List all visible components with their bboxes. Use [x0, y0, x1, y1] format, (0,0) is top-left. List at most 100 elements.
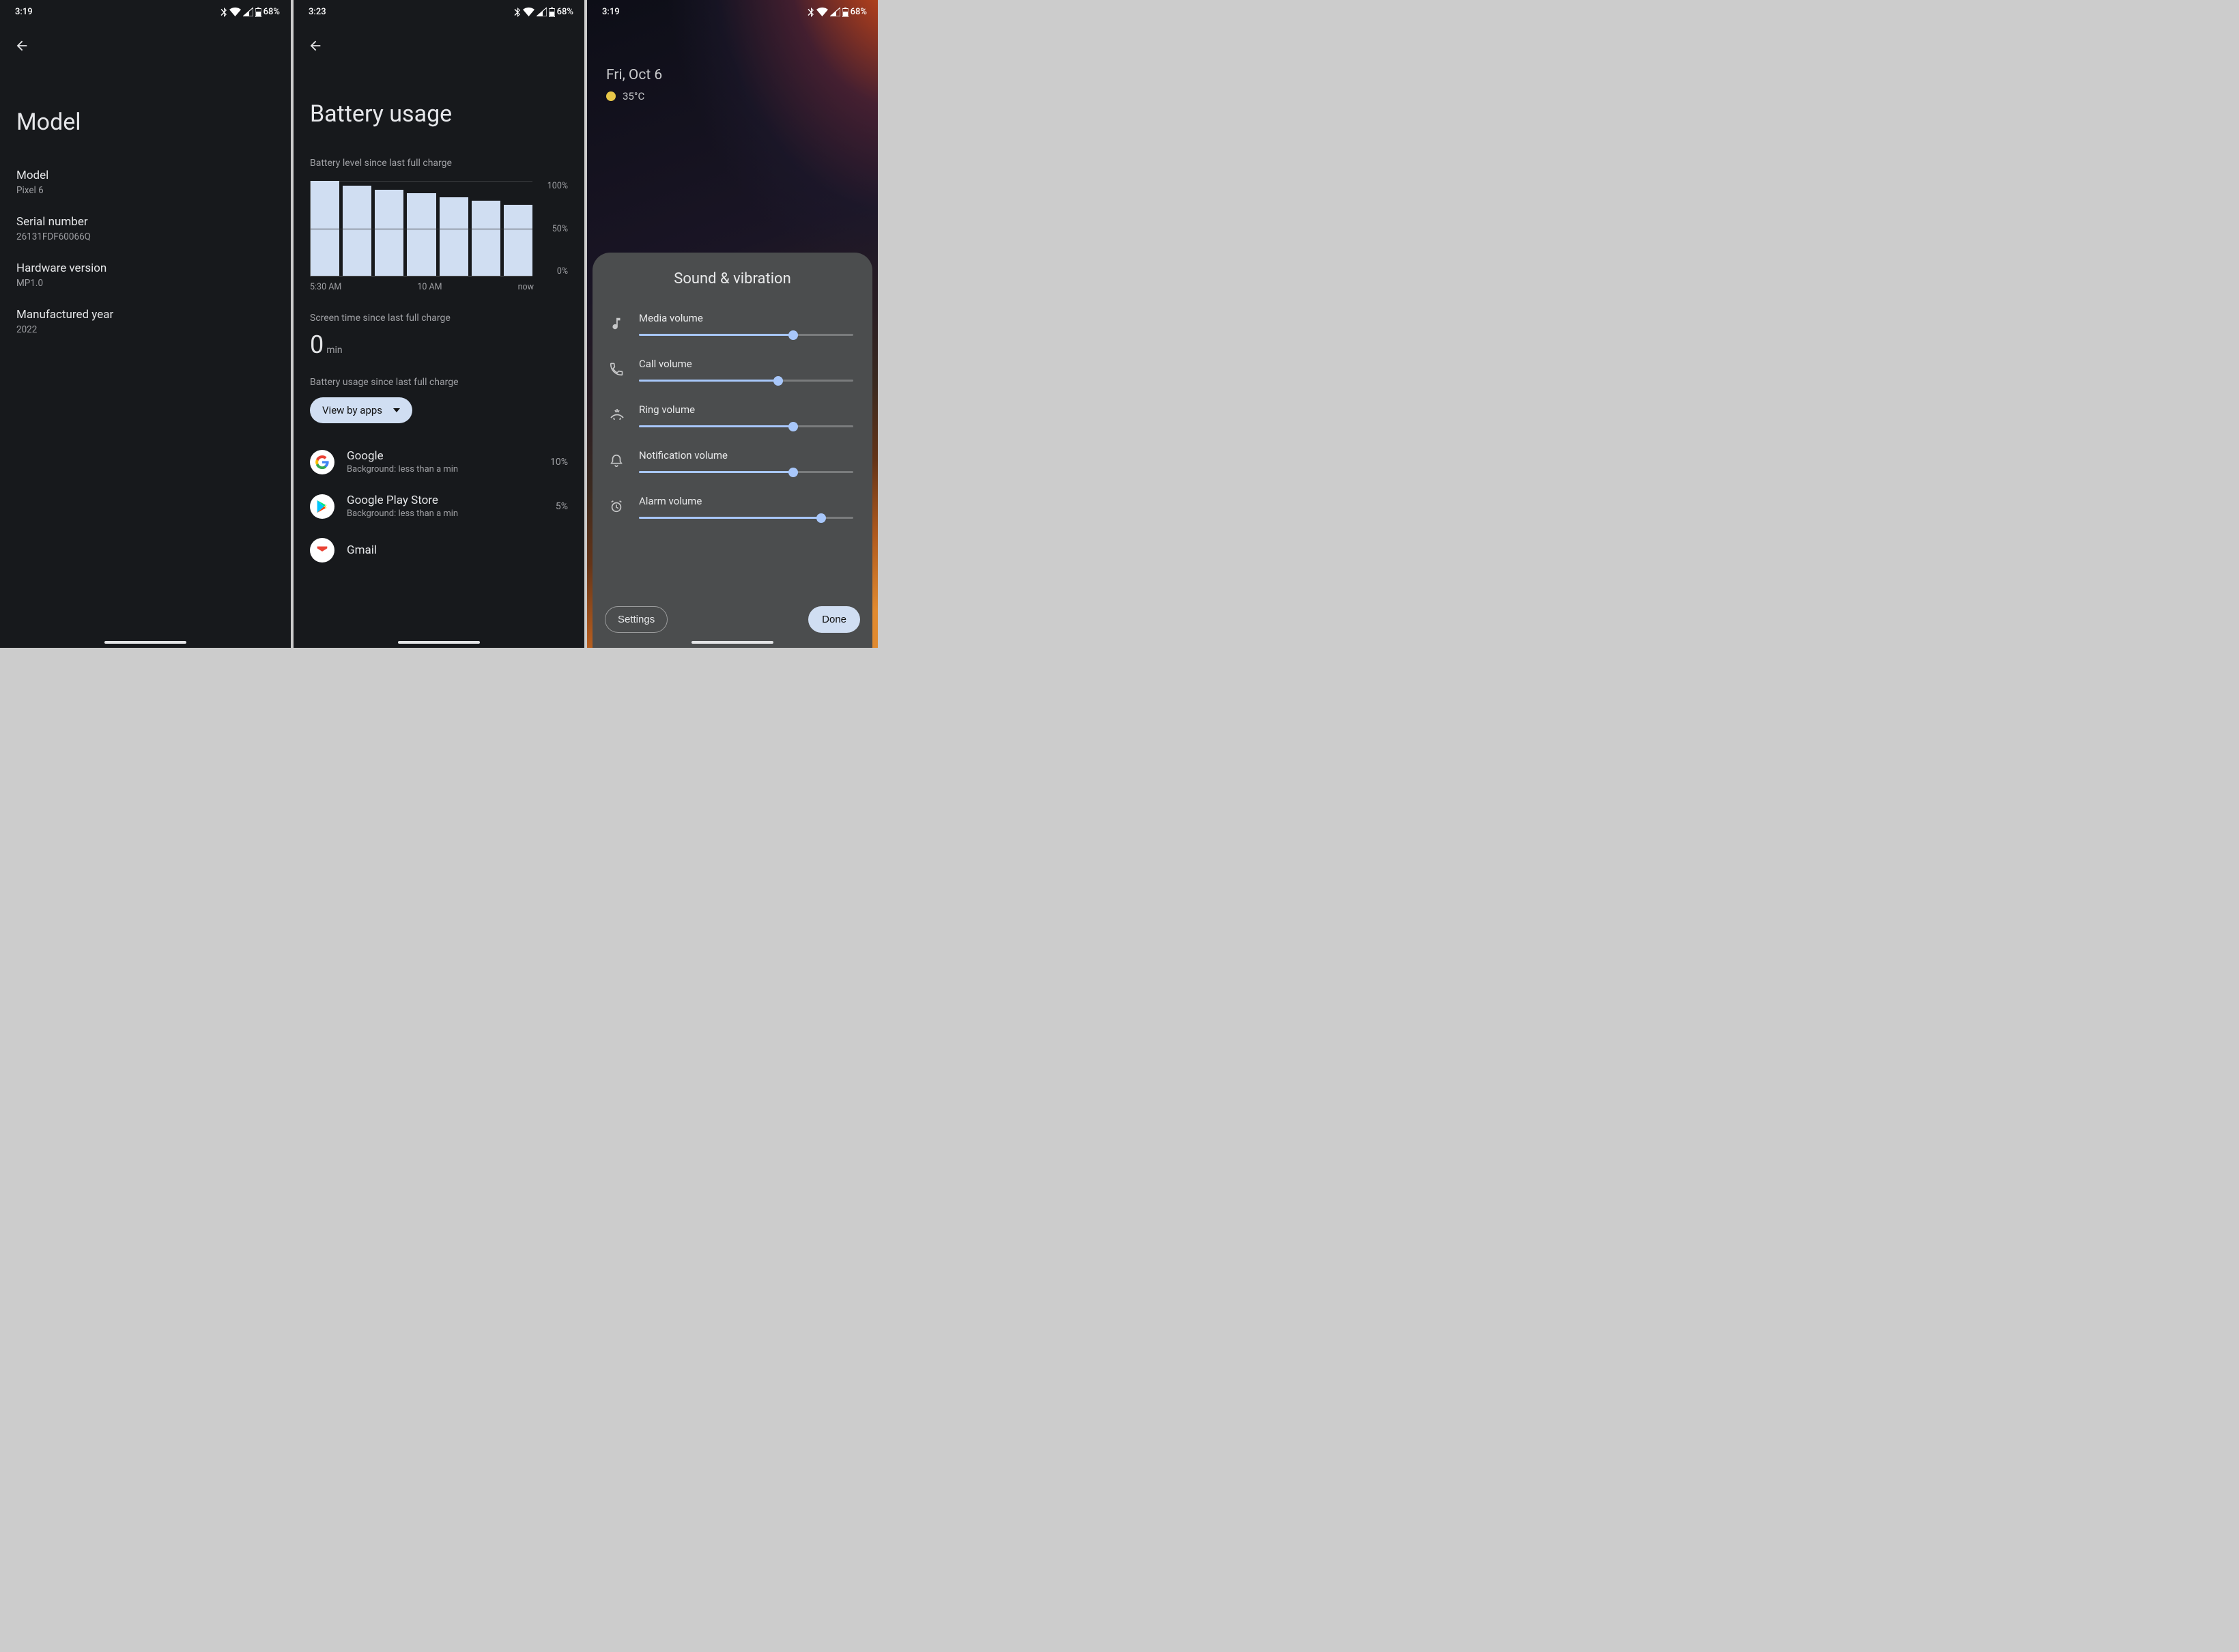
- status-time: 3:19: [15, 7, 33, 17]
- nav-gesture-pill[interactable]: [398, 641, 480, 644]
- settings-button[interactable]: Settings: [605, 606, 668, 633]
- screen-time-caption: Screen time since last full charge: [310, 313, 568, 324]
- back-button[interactable]: [302, 32, 329, 59]
- slider-fill: [639, 471, 793, 473]
- back-arrow-icon: [14, 38, 29, 53]
- view-by-chip[interactable]: View by apps: [310, 397, 412, 423]
- app-sub: Background: less than a min: [347, 509, 543, 519]
- app-pct: 10%: [550, 457, 568, 468]
- slider-label: Ring volume: [639, 403, 853, 416]
- xtick-label: now: [518, 282, 534, 292]
- ytick-label: 50%: [542, 224, 568, 234]
- status-icons: 68%: [514, 7, 573, 17]
- chart-caption: Battery level since last full charge: [294, 158, 584, 169]
- slider-track[interactable]: [639, 334, 853, 336]
- slider-thumb[interactable]: [788, 422, 798, 431]
- usage-caption: Battery usage since last full charge: [310, 377, 568, 388]
- app-row[interactable]: Google Background: less than a min 10%: [310, 440, 568, 484]
- phone-icon: [609, 362, 627, 380]
- chart-bar: [472, 201, 500, 276]
- status-battery-pct: 68%: [557, 7, 573, 17]
- slider-fill: [639, 334, 793, 336]
- status-time: 3:23: [309, 7, 326, 17]
- wifi-icon: [523, 8, 534, 16]
- slider-fill: [639, 380, 778, 382]
- info-item[interactable]: Manufactured year 2022: [16, 300, 274, 346]
- done-button[interactable]: Done: [808, 606, 860, 633]
- slider-row-bell: Notification volume: [608, 441, 857, 487]
- status-icons: 68%: [808, 7, 867, 17]
- info-item[interactable]: Model Pixel 6: [16, 160, 274, 207]
- back-row: [294, 21, 584, 59]
- slider-row-ring: Ring volume: [608, 395, 857, 441]
- info-item[interactable]: Serial number 26131FDF60066Q: [16, 207, 274, 253]
- info-label: Manufactured year: [16, 308, 274, 322]
- info-list: Model Pixel 6Serial number 26131FDF60066…: [0, 160, 291, 346]
- xtick-label: 5:30 AM: [310, 282, 341, 292]
- chart-yticks: 100% 50% 0%: [542, 181, 568, 276]
- battery-icon: [549, 8, 555, 17]
- home-date: Fri, Oct 6: [606, 67, 662, 83]
- nav-gesture-pill[interactable]: [691, 641, 773, 644]
- chart-bar: [407, 193, 436, 276]
- ytick-label: 0%: [542, 266, 568, 276]
- info-label: Model: [16, 169, 274, 182]
- home-widget[interactable]: Fri, Oct 6 35°C: [606, 67, 662, 102]
- slider-label: Notification volume: [639, 449, 853, 461]
- info-item[interactable]: Hardware version MP1.0: [16, 253, 274, 300]
- bell-icon: [609, 453, 627, 471]
- slider-track[interactable]: [639, 471, 853, 473]
- app-row[interactable]: Google Play Store Background: less than …: [310, 484, 568, 528]
- sheet-title: Sound & vibration: [608, 270, 857, 287]
- chart-bar: [504, 205, 532, 276]
- app-main: Google Play Store Background: less than …: [347, 494, 543, 519]
- home-temp: 35°C: [623, 90, 644, 102]
- signal-icon: [830, 8, 840, 16]
- back-button[interactable]: [8, 32, 35, 59]
- bluetooth-icon: [808, 8, 814, 17]
- slider-thumb[interactable]: [816, 513, 826, 523]
- page-title: Model: [0, 59, 291, 160]
- slider-label: Alarm volume: [639, 495, 853, 507]
- gmail-app-icon: [310, 538, 334, 562]
- sound-sheet: Sound & vibration Media volume Call volu…: [593, 253, 872, 648]
- play-app-icon: [310, 494, 334, 519]
- app-sub: Background: less than a min: [347, 464, 538, 474]
- slider-thumb[interactable]: [788, 330, 798, 340]
- slider-thumb[interactable]: [788, 468, 798, 477]
- app-usage-list: Google Background: less than a min 10% G…: [294, 423, 584, 572]
- screen-sound-vibration: 3:19 68% Fri, Oct 6 35°C Sound & vibrati…: [587, 0, 878, 648]
- slider-row-music: Media volume: [608, 304, 857, 350]
- alarm-icon: [609, 499, 627, 517]
- slider-row-phone: Call volume: [608, 350, 857, 395]
- back-row: [0, 21, 291, 59]
- battery-chart: 100% 50% 0% 5:30 AM 10 AM now: [294, 181, 584, 292]
- status-time: 3:19: [602, 7, 620, 17]
- ytick-label: 100%: [542, 181, 568, 191]
- screen-time-unit: min: [326, 345, 342, 356]
- info-value: 26131FDF60066Q: [16, 231, 274, 242]
- app-row[interactable]: Gmail: [310, 528, 568, 572]
- slider-row-alarm: Alarm volume: [608, 487, 857, 532]
- app-name: Google: [347, 449, 538, 463]
- nav-gesture-pill[interactable]: [104, 641, 186, 644]
- info-value: MP1.0: [16, 278, 274, 289]
- slider-track[interactable]: [639, 380, 853, 382]
- info-value: 2022: [16, 324, 274, 335]
- chart-xticks: 5:30 AM 10 AM now: [310, 282, 568, 292]
- slider-track[interactable]: [639, 425, 853, 427]
- page-title: Battery usage: [294, 59, 584, 158]
- chart-bar: [440, 197, 468, 276]
- music-icon: [609, 316, 627, 334]
- app-main: Google Background: less than a min: [347, 449, 538, 474]
- battery-icon: [842, 8, 848, 17]
- wifi-icon: [229, 8, 241, 16]
- slider-fill: [639, 425, 793, 427]
- xtick-label: 10 AM: [417, 282, 442, 292]
- chevron-down-icon: [393, 408, 400, 412]
- slider-thumb[interactable]: [773, 376, 783, 386]
- slider-track[interactable]: [639, 517, 853, 519]
- screen-time-value: 0: [310, 330, 324, 359]
- info-label: Hardware version: [16, 261, 274, 275]
- signal-icon: [537, 8, 547, 16]
